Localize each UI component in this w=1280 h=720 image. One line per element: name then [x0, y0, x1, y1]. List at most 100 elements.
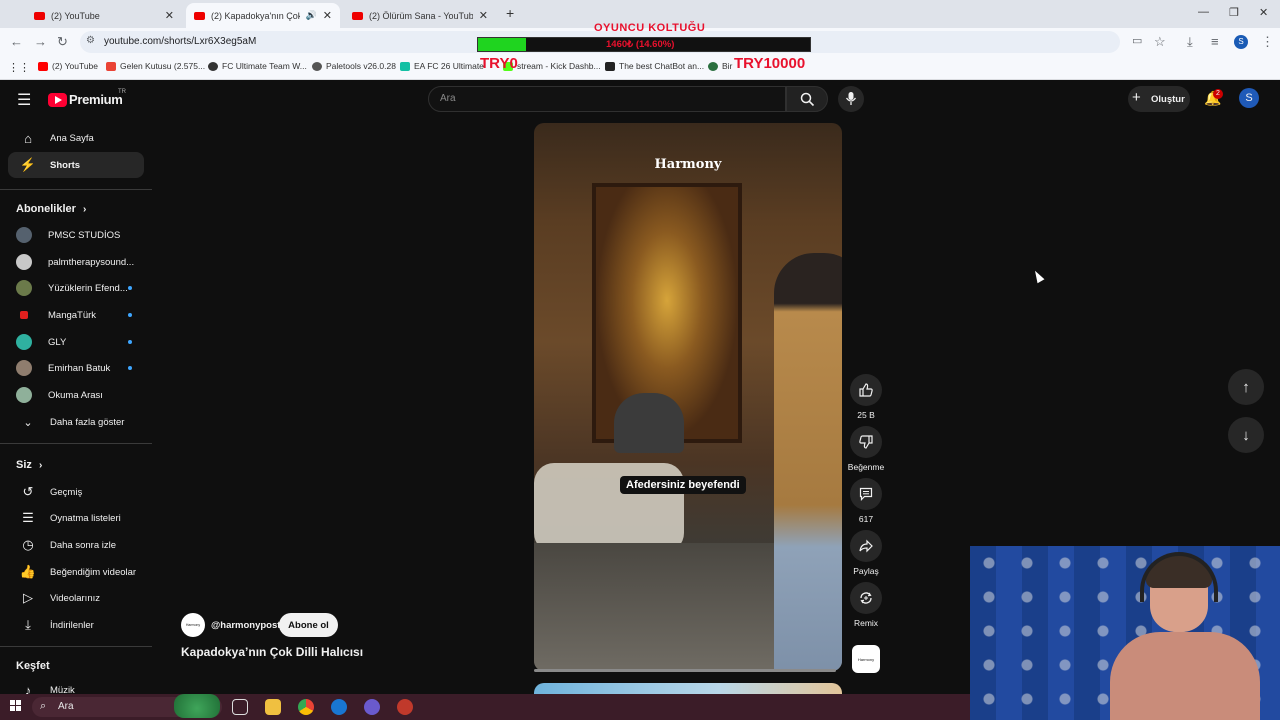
app-icon[interactable] — [331, 699, 347, 715]
voice-search-button[interactable] — [838, 86, 864, 112]
share-label: Paylaş — [853, 566, 879, 576]
discord-icon[interactable] — [364, 699, 380, 715]
channel-avatar[interactable]: Harmony — [181, 613, 205, 637]
download-icon: ⤓ — [25, 617, 31, 632]
channel-avatar — [20, 311, 28, 319]
share-button[interactable] — [850, 530, 882, 562]
short-title[interactable]: Kapadokya’nın Çok Dilli Halıcısı — [181, 645, 363, 659]
channel-avatar — [16, 280, 32, 296]
bookmark-label: Paletools v26.0.28 — [326, 61, 396, 71]
bookmark-star-icon[interactable]: ☆ — [1154, 34, 1166, 50]
like-count: 25 B — [857, 410, 875, 420]
media-control-icon[interactable]: ≡ — [1211, 34, 1219, 49]
previous-short-button[interactable]: ↑ — [1228, 369, 1264, 405]
sidebar-show-more[interactable]: ⌄ Daha fazla göster — [8, 409, 144, 435]
minimize-icon[interactable]: — — [1198, 6, 1209, 18]
downloads-icon[interactable]: ⤓ — [1187, 34, 1193, 50]
cast-icon[interactable]: ▭ — [1132, 34, 1142, 47]
task-view-icon[interactable] — [232, 699, 248, 715]
windows-start-icon[interactable] — [10, 700, 22, 712]
bookmark-item[interactable]: Paletools v26.0.28 — [312, 61, 396, 71]
close-tab-icon[interactable]: ✕ — [479, 9, 488, 22]
sidebar-item-downloads[interactable]: ⤓ İndirilenler — [8, 612, 144, 638]
search-input[interactable]: Ara — [428, 86, 786, 112]
subscriptions-heading[interactable]: Abonelikler › — [16, 203, 86, 215]
remix-button[interactable] — [850, 582, 882, 614]
guide-menu-icon[interactable]: ☰ — [17, 90, 31, 110]
bookmark-label: (2) YouTube — [52, 61, 98, 71]
sidebar-item-subscription[interactable]: Emirhan Batuk — [8, 355, 144, 381]
site-info-icon[interactable]: ⚙ — [86, 35, 95, 46]
audio-playing-icon[interactable]: 🔊 — [306, 10, 317, 21]
bookmark-favicon-icon — [38, 61, 48, 71]
sidebar-item-label: GLY — [48, 336, 67, 348]
comments-button[interactable] — [850, 478, 882, 510]
dislike-button[interactable] — [850, 426, 882, 458]
bookmark-item[interactable]: EA FC 26 Ultimate — [400, 61, 484, 71]
browser-menu-icon[interactable]: ⋮ — [1261, 34, 1274, 50]
apps-grid-icon[interactable]: ⋮⋮ — [8, 61, 30, 74]
browser-tab[interactable]: (2) YouTube ✕ — [26, 3, 182, 28]
next-short-button[interactable]: ↓ — [1228, 417, 1264, 453]
sidebar-item-subscription[interactable]: GLY — [8, 329, 144, 355]
obs-icon[interactable] — [397, 699, 413, 715]
account-avatar[interactable]: S — [1239, 88, 1259, 108]
sidebar-item-subscription[interactable]: MangaTürk — [8, 302, 144, 328]
sound-thumbnail[interactable]: Harmony — [852, 645, 880, 673]
new-content-dot — [128, 313, 132, 317]
bookmark-item[interactable]: The best ChatBot an... — [605, 61, 704, 71]
subscriptions-heading-label: Abonelikler — [16, 203, 76, 215]
video-progress-bar[interactable] — [534, 669, 836, 672]
sidebar-item-subscription[interactable]: PMSC STUDİOS — [8, 222, 144, 248]
sidebar-item-subscription[interactable]: Okuma Arası — [8, 382, 144, 408]
sidebar-item-your-videos[interactable]: ▷ Videolarınız — [8, 585, 144, 611]
sidebar-item-home[interactable]: ⌂ Ana Sayfa — [8, 125, 144, 151]
new-tab-icon[interactable]: + — [506, 5, 514, 21]
close-tab-icon[interactable]: ✕ — [165, 9, 174, 22]
your-videos-icon: ▷ — [23, 590, 33, 605]
forward-icon[interactable]: → — [34, 34, 47, 49]
share-arrow-icon — [859, 539, 873, 553]
arrow-down-icon: ↓ — [1242, 426, 1250, 444]
search-button[interactable] — [786, 86, 828, 112]
subscribe-button[interactable]: Abone ol — [279, 613, 338, 637]
bookmark-item[interactable]: Gelen Kutusu (2.575... — [106, 61, 205, 71]
youtube-logo-icon[interactable] — [48, 93, 67, 107]
bookmark-item[interactable]: Bir — [708, 61, 732, 71]
divider — [0, 189, 152, 190]
sidebar-item-watch-later[interactable]: ◷ Daha sonra izle — [8, 532, 144, 558]
next-short-preview[interactable] — [534, 683, 842, 694]
youtube-favicon-icon — [352, 11, 363, 20]
chrome-icon[interactable] — [298, 699, 314, 715]
close-tab-icon[interactable]: ✕ — [323, 9, 332, 22]
sidebar-item-playlists[interactable]: ☰ Oynatma listeleri — [8, 505, 144, 531]
sidebar-item-liked-videos[interactable]: 👍 Beğendiğim videolar — [8, 559, 144, 585]
like-button[interactable] — [850, 374, 882, 406]
explore-heading: Keşfet — [16, 660, 50, 672]
profile-avatar[interactable]: S — [1234, 35, 1248, 49]
channel-name[interactable]: @harmonypost — [211, 620, 280, 631]
channel-avatar — [16, 360, 32, 376]
sidebar-item-history[interactable]: ↺ Geçmiş — [8, 479, 144, 505]
bookmark-item[interactable]: (2) YouTube — [38, 61, 98, 71]
search-placeholder: Ara — [440, 93, 456, 104]
close-window-icon[interactable]: ✕ — [1259, 6, 1268, 19]
sidebar-item-subscription[interactable]: Yüzüklerin Efend... — [8, 275, 144, 301]
reload-icon[interactable]: ↻ — [57, 34, 68, 50]
sidebar-item-label: Daha sonra izle — [50, 539, 117, 551]
paletools-favicon-icon — [312, 61, 322, 71]
you-heading[interactable]: Siz › — [16, 459, 42, 471]
back-icon[interactable]: ← — [10, 34, 23, 49]
short-video-player[interactable]: Harmony Afedersiniz beyefendi — [534, 123, 842, 671]
sidebar-item-label: Daha fazla göster — [50, 416, 125, 428]
video-caption: Afedersiniz beyefendi — [620, 476, 746, 494]
you-heading-label: Siz — [16, 459, 32, 471]
sidebar-item-shorts[interactable]: ⚡ Shorts — [8, 152, 144, 178]
browser-tab[interactable]: (2) Ölürüm Sana - YouTube ✕ — [344, 3, 496, 28]
sidebar-item-subscription[interactable]: palmtherapysound... — [8, 249, 144, 275]
file-explorer-icon[interactable] — [265, 699, 281, 715]
bookmark-item[interactable]: FC Ultimate Team W... — [208, 61, 307, 71]
browser-tab-active[interactable]: (2) Kapadokya'nın Çok Dilli 🔊 ✕ — [186, 3, 340, 28]
restore-icon[interactable]: ❐ — [1229, 6, 1239, 19]
sidebar-item-label: Oynatma listeleri — [50, 512, 121, 524]
